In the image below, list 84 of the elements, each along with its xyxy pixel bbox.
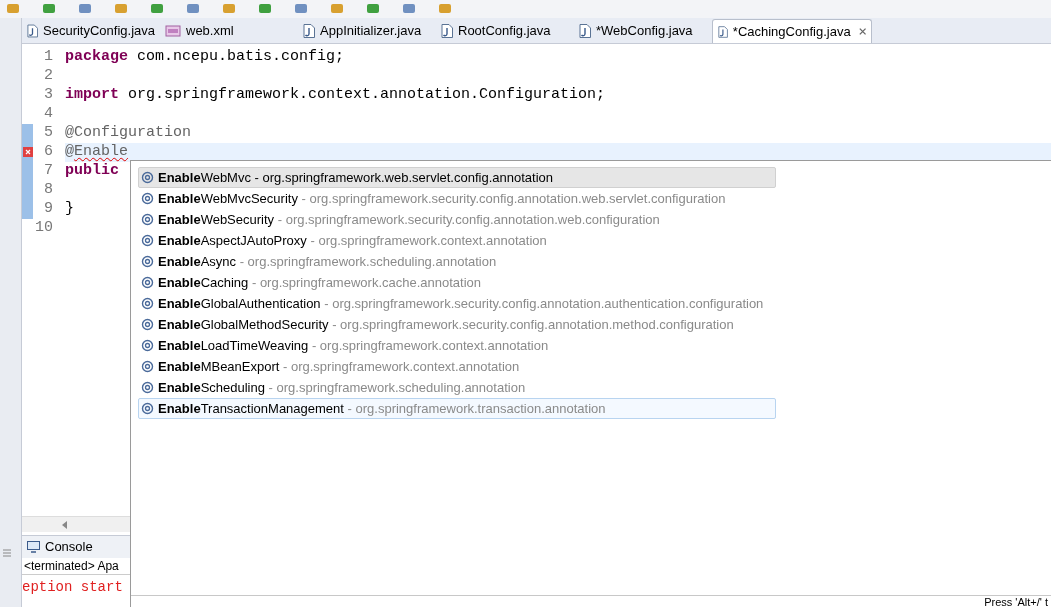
xml-file-icon (165, 24, 181, 38)
annotation-icon (141, 171, 154, 184)
editor-tab[interactable]: AppInitializer.java (298, 19, 436, 43)
java-file-icon (303, 24, 315, 38)
proposal-text: EnableCaching - org.springframework.cache.annotation (158, 273, 481, 292)
toolbar-icon[interactable] (186, 4, 200, 14)
toolbar-icon[interactable] (78, 4, 92, 14)
console-line: eption start (22, 579, 124, 596)
console-tab[interactable]: Console (45, 537, 93, 557)
line-number: 6 (43, 142, 53, 163)
annotation-icon (141, 339, 154, 352)
proposal-text: EnableWebMvcSecurity - org.springframework.security.config.annotation.web.servlet.configuration (158, 189, 726, 208)
editor-tab[interactable]: RootConfig.java (436, 19, 574, 43)
proposal-item[interactable]: EnableWebSecurity - org.springframework.security.config.annotation.web.configuration (138, 209, 776, 230)
annotation-icon (141, 234, 154, 247)
line-number: 1 (43, 47, 53, 68)
proposal-item[interactable]: EnableLoadTimeWeaving - org.springframework.context.annotation (138, 335, 776, 356)
annotation-icon (141, 381, 154, 394)
annotation-icon (141, 255, 154, 268)
editor-tab[interactable]: *WebConfig.java (574, 19, 712, 43)
java-file-icon (27, 24, 38, 38)
annotation-icon (141, 192, 154, 205)
editor-tab[interactable]: *CachingConfig.java (712, 19, 872, 43)
editor-tab[interactable]: SecurityConfig.java (22, 19, 160, 43)
monitor-icon (27, 541, 40, 553)
toolbar-icon[interactable] (330, 4, 344, 14)
toolbar-icon[interactable] (402, 4, 416, 14)
close-icon[interactable] (858, 27, 866, 36)
toolbar-icon[interactable] (438, 4, 452, 14)
status-hint: Press 'Alt+/' t (984, 596, 1048, 607)
proposal-item[interactable]: EnableGlobalMethodSecurity - org.springframework.security.config.annotation.method.configuration (138, 314, 776, 335)
change-marker (22, 200, 33, 219)
toolbar-icon[interactable] (222, 4, 236, 14)
line-number: 5 (43, 123, 53, 144)
proposal-item[interactable]: EnableWebMvc - org.springframework.web.servlet.config.annotation (138, 167, 776, 188)
grip-icon[interactable] (3, 549, 11, 557)
proposal-item[interactable]: EnableTransactionManagement - org.springframework.transaction.annotation (138, 398, 776, 419)
code-line: import org.springframework.context.annotation.Configuration; (65, 85, 606, 106)
line-number: 9 (43, 199, 53, 220)
toolbar-icon[interactable] (258, 4, 272, 14)
code-line: package com.ncepu.batis.config; (65, 47, 345, 68)
scroll-left-icon[interactable] (62, 520, 68, 529)
toolbar-icon[interactable] (114, 4, 128, 14)
line-number: 8 (43, 180, 53, 201)
proposal-text: EnableAspectJAutoProxy - org.springframework.context.annotation (158, 231, 547, 250)
line-number: 3 (43, 85, 53, 106)
toolbar-icon[interactable] (366, 4, 380, 14)
line-number: 4 (43, 104, 53, 125)
java-file-icon (718, 24, 728, 39)
java-file-icon (441, 24, 453, 38)
annotation-icon (141, 276, 154, 289)
editor-tab[interactable]: web.xml (160, 19, 298, 43)
proposal-item[interactable]: EnableAspectJAutoProxy - org.springframework.context.annotation (138, 230, 776, 251)
line-number: 7 (43, 161, 53, 182)
proposal-text: EnableWebSecurity - org.springframework.security.config.annotation.web.configuration (158, 210, 660, 229)
proposal-item[interactable]: EnableScheduling - org.springframework.scheduling.annotation (138, 377, 776, 398)
toolbar-icon[interactable] (6, 4, 20, 14)
proposal-text: EnableScheduling - org.springframework.scheduling.annotation (158, 378, 526, 397)
code-line: @Enable (65, 142, 129, 163)
toolbar-icon[interactable] (150, 4, 164, 14)
line-number: 10 (34, 218, 53, 239)
proposal-text: EnableGlobalMethodSecurity - org.springframework.security.config.annotation.method.configuration (158, 315, 734, 334)
proposal-item[interactable]: EnableAsync - org.springframework.scheduling.annotation (138, 251, 776, 272)
toolbar-icon[interactable] (294, 4, 308, 14)
annotation-icon (141, 360, 154, 373)
proposal-item[interactable]: EnableCaching - org.springframework.cache.annotation (138, 272, 776, 293)
proposal-text: EnableAsync - org.springframework.scheduling.annotation (158, 252, 497, 271)
code-line: public (65, 161, 119, 182)
proposal-text: EnableMBeanExport - org.springframework.context.annotation (158, 357, 520, 376)
proposal-text: EnableWebMvc - org.springframework.web.servlet.config.annotation (158, 168, 553, 187)
proposal-text: EnableTransactionManagement - org.springframework.transaction.annotation (158, 399, 606, 418)
java-file-icon (579, 24, 591, 38)
line-number: 2 (43, 66, 53, 87)
annotation-icon (141, 297, 154, 310)
annotation-icon (141, 402, 154, 415)
annotation-icon (141, 213, 154, 226)
proposal-item[interactable]: EnableMBeanExport - org.springframework.context.annotation (138, 356, 776, 377)
annotation-icon (141, 318, 154, 331)
toolbar-icon[interactable] (42, 4, 56, 14)
code-line: } (65, 199, 74, 220)
code-line: @Configuration (65, 123, 192, 144)
proposal-text: EnableLoadTimeWeaving - org.springframework.context.annotation (158, 336, 549, 355)
proposal-item[interactable]: EnableWebMvcSecurity - org.springframework.security.config.annotation.web.servlet.configuration (138, 188, 776, 209)
change-marker (22, 124, 33, 143)
